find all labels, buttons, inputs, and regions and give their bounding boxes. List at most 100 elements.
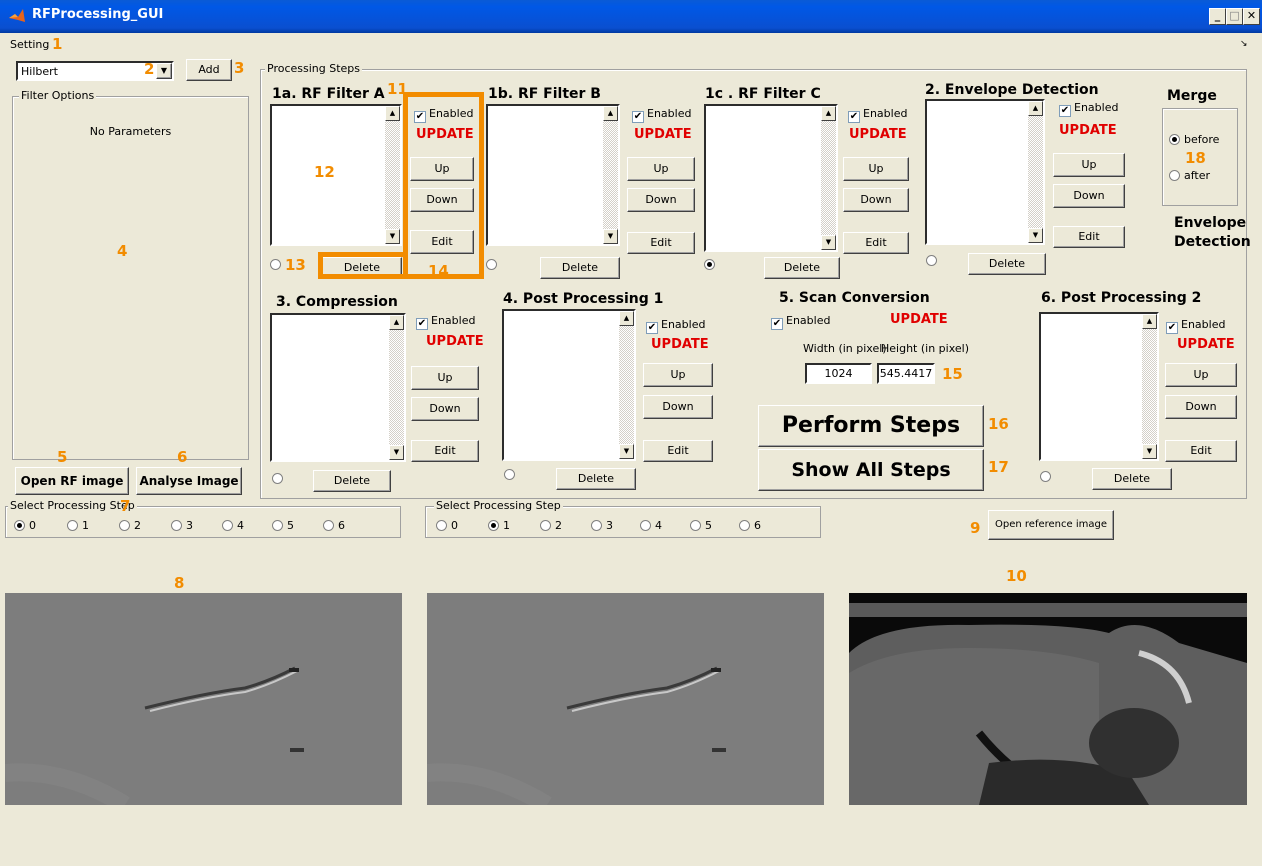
step-1c-list[interactable]: ▲ ▼ <box>704 104 838 252</box>
height-input[interactable]: 545.4417 <box>877 363 935 384</box>
step-1c-edit-button[interactable]: Edit <box>843 232 909 254</box>
minimize-button[interactable]: _ <box>1209 8 1226 25</box>
step-2-edit-button[interactable]: Edit <box>1053 226 1125 248</box>
step-1a-list[interactable]: ▲ ▼ <box>270 104 402 246</box>
scrollbar[interactable]: ▲ ▼ <box>385 106 400 244</box>
step-6-enabled-checkbox[interactable]: ✔ Enabled <box>1166 318 1225 334</box>
close-button[interactable]: ✕ <box>1243 8 1260 25</box>
step-6-radio[interactable] <box>1040 470 1055 483</box>
step-6-up-button[interactable]: Up <box>1165 363 1237 387</box>
step-radio-2[interactable]: 2 <box>119 519 141 532</box>
analyse-image-button[interactable]: Analyse Image <box>136 467 242 495</box>
step-4-radio[interactable] <box>504 468 519 481</box>
step-4-list[interactable]: ▲ ▼ <box>502 309 636 461</box>
step-1c-up-button[interactable]: Up <box>843 157 909 181</box>
chevron-down-icon[interactable]: ▼ <box>156 63 172 79</box>
merge-before-radio[interactable]: before <box>1169 133 1219 146</box>
maximize-button[interactable]: □ <box>1226 8 1243 25</box>
perform-steps-button[interactable]: Perform Steps <box>758 405 984 447</box>
step-4-enabled-checkbox[interactable]: ✔ Enabled <box>646 318 705 334</box>
step-3-edit-button[interactable]: Edit <box>411 440 479 462</box>
scrollbar[interactable]: ▲ ▼ <box>619 311 634 459</box>
step-2-up-button[interactable]: Up <box>1053 153 1125 177</box>
scroll-down-icon[interactable]: ▼ <box>619 444 634 459</box>
step-6-delete-button[interactable]: Delete <box>1092 468 1172 490</box>
step-2-down-button[interactable]: Down <box>1053 184 1125 208</box>
step-4-delete-button[interactable]: Delete <box>556 468 636 490</box>
scroll-down-icon[interactable]: ▼ <box>1142 444 1157 459</box>
scroll-up-icon[interactable]: ▲ <box>385 106 400 121</box>
scroll-up-icon[interactable]: ▲ <box>1028 101 1043 116</box>
step-6-edit-button[interactable]: Edit <box>1165 440 1237 462</box>
scroll-up-icon[interactable]: ▲ <box>603 106 618 121</box>
scroll-down-icon[interactable]: ▼ <box>1028 228 1043 243</box>
scroll-up-icon[interactable]: ▲ <box>821 106 836 121</box>
step-1c-delete-button[interactable]: Delete <box>764 257 840 279</box>
step-4-up-button[interactable]: Up <box>643 363 713 387</box>
scrollbar[interactable]: ▲ ▼ <box>603 106 618 244</box>
radio-icon <box>504 469 515 480</box>
scroll-up-icon[interactable]: ▲ <box>389 315 404 330</box>
step-1b-up-button[interactable]: Up <box>627 157 695 181</box>
step-3-down-button[interactable]: Down <box>411 397 479 421</box>
add-button[interactable]: Add <box>186 59 232 81</box>
merge-after-radio[interactable]: after <box>1169 169 1210 182</box>
scrollbar[interactable]: ▲ ▼ <box>821 106 836 250</box>
step-radio-3[interactable]: 3 <box>591 519 613 532</box>
open-reference-image-button[interactable]: Open reference image <box>988 510 1114 540</box>
step-3-list[interactable]: ▲ ▼ <box>270 313 406 462</box>
show-all-steps-button[interactable]: Show All Steps <box>758 449 984 491</box>
scrollbar[interactable]: ▲ ▼ <box>1028 101 1043 243</box>
width-input[interactable]: 1024 <box>805 363 872 384</box>
scroll-down-icon[interactable]: ▼ <box>389 445 404 460</box>
step-4-edit-button[interactable]: Edit <box>643 440 713 462</box>
step-radio-0[interactable]: 0 <box>436 519 458 532</box>
step-1b-edit-button[interactable]: Edit <box>627 232 695 254</box>
step-1a-radio[interactable] <box>270 258 285 271</box>
step-1b-down-button[interactable]: Down <box>627 188 695 212</box>
step-2-enabled-checkbox[interactable]: ✔ Enabled <box>1059 101 1118 117</box>
step-3-enabled-checkbox[interactable]: ✔ Enabled <box>416 314 475 330</box>
step-radio-1[interactable]: 1 <box>488 519 510 532</box>
step-radio-6[interactable]: 6 <box>739 519 761 532</box>
step-1c-down-button[interactable]: Down <box>843 188 909 212</box>
step-6-down-button[interactable]: Down <box>1165 395 1237 419</box>
step-radio-5[interactable]: 5 <box>690 519 712 532</box>
step-2-delete-button[interactable]: Delete <box>968 253 1046 275</box>
scrollbar[interactable]: ▲ ▼ <box>1142 314 1157 459</box>
step-3-up-button[interactable]: Up <box>411 366 479 390</box>
scroll-down-icon[interactable]: ▼ <box>603 229 618 244</box>
scroll-up-icon[interactable]: ▲ <box>619 311 634 326</box>
step-1b-radio[interactable] <box>486 258 501 271</box>
scrollbar[interactable]: ▲ ▼ <box>389 315 404 460</box>
step-radio-0[interactable]: 0 <box>14 519 36 532</box>
radio-icon <box>272 520 283 531</box>
step-3-delete-button[interactable]: Delete <box>313 470 391 492</box>
step-radio-2[interactable]: 2 <box>540 519 562 532</box>
scroll-up-icon[interactable]: ▲ <box>1142 314 1157 329</box>
step-radio-6[interactable]: 6 <box>323 519 345 532</box>
step-5-enabled-checkbox[interactable]: ✔ Enabled <box>771 314 830 330</box>
step-2-list[interactable]: ▲ ▼ <box>925 99 1045 245</box>
step-4-down-button[interactable]: Down <box>643 395 713 419</box>
radio-icon <box>436 520 447 531</box>
step-1b-enabled-checkbox[interactable]: ✔ Enabled <box>632 107 691 123</box>
scroll-down-icon[interactable]: ▼ <box>385 229 400 244</box>
step-6-list[interactable]: ▲ ▼ <box>1039 312 1159 461</box>
step-radio-4[interactable]: 4 <box>640 519 662 532</box>
step-radio-1[interactable]: 1 <box>67 519 89 532</box>
annotation-12: 12 <box>314 163 335 181</box>
step-1b-list[interactable]: ▲ ▼ <box>486 104 620 246</box>
step-3-radio[interactable] <box>272 472 287 485</box>
dock-arrow-icon[interactable]: ↘ <box>1240 39 1248 49</box>
open-rf-image-button[interactable]: Open RF image <box>15 467 129 495</box>
step-1c-enabled-checkbox[interactable]: ✔ Enabled <box>848 107 907 123</box>
step-radio-3[interactable]: 3 <box>171 519 193 532</box>
scroll-down-icon[interactable]: ▼ <box>821 235 836 250</box>
step-1c-radio[interactable] <box>704 258 719 271</box>
step-radio-4[interactable]: 4 <box>222 519 244 532</box>
menu-setting[interactable]: Setting <box>10 38 49 51</box>
step-1b-delete-button[interactable]: Delete <box>540 257 620 279</box>
step-2-radio[interactable] <box>926 254 941 267</box>
step-radio-5[interactable]: 5 <box>272 519 294 532</box>
